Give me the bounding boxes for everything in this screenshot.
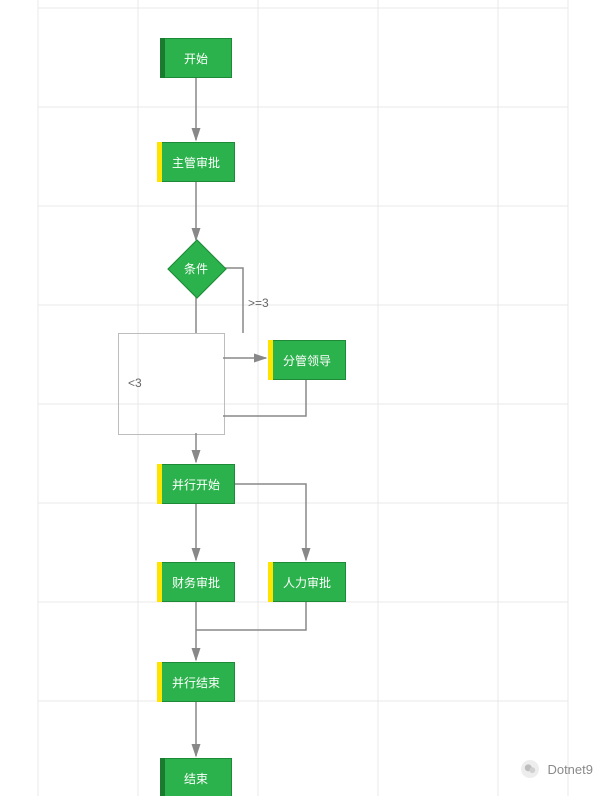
parallel-begin-label: 并行开始 [172, 476, 220, 493]
edge-label-ge3: >=3 [248, 296, 269, 310]
parallel-end-node[interactable]: 并行结束 [157, 662, 235, 702]
parallel-end-label: 并行结束 [172, 674, 220, 691]
edge-label-lt3: <3 [128, 376, 142, 390]
start-node[interactable]: 开始 [160, 38, 232, 78]
start-node-label: 开始 [184, 50, 208, 67]
supervisor-approval-label: 主管审批 [172, 154, 220, 171]
wechat-icon [521, 760, 539, 778]
watermark: Dotnet9 [521, 760, 593, 778]
condition-label: 条件 [168, 240, 224, 296]
hr-approval-node[interactable]: 人力审批 [268, 562, 346, 602]
division-leader-label: 分管领导 [283, 352, 331, 369]
edges-layer [8, 0, 598, 796]
end-node[interactable]: 结束 [160, 758, 232, 796]
finance-approval-node[interactable]: 财务审批 [157, 562, 235, 602]
finance-approval-label: 财务审批 [172, 574, 220, 591]
condition-node[interactable]: 条件 [168, 240, 224, 296]
hr-approval-label: 人力审批 [283, 574, 331, 591]
division-leader-node[interactable]: 分管领导 [268, 340, 346, 380]
supervisor-approval-node[interactable]: 主管审批 [157, 142, 235, 182]
diagram-canvas: 开始 主管审批 条件 分管领导 并行开始 财务审批 人力审批 并行结束 结束 >… [8, 0, 598, 796]
watermark-text: Dotnet9 [547, 762, 593, 777]
parallel-begin-node[interactable]: 并行开始 [157, 464, 235, 504]
end-node-label: 结束 [184, 770, 208, 787]
